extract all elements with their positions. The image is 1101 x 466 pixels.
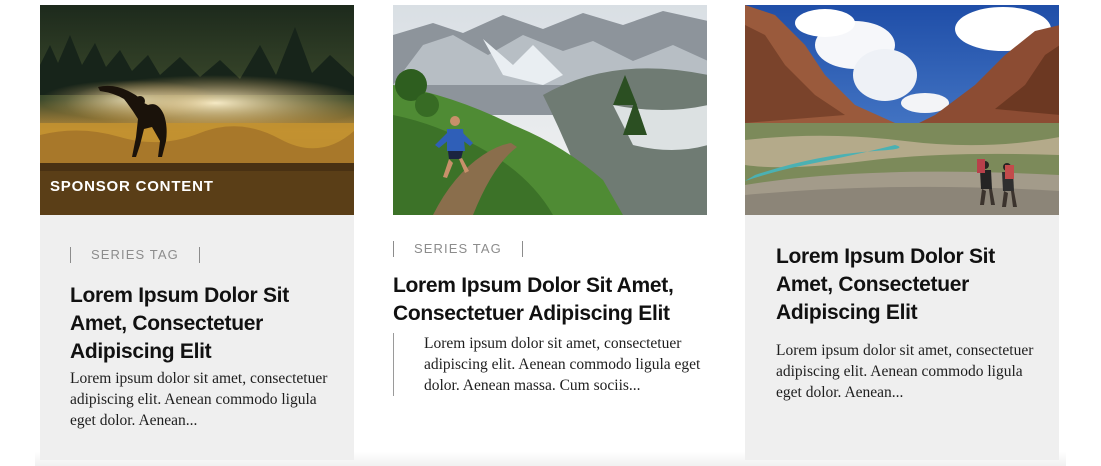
card-excerpt: Lorem ipsum dolor sit amet, consectetuer… — [776, 342, 1034, 401]
article-card[interactable]: Lorem Ipsum Dolor Sit Amet, Consectetuer… — [745, 5, 1059, 460]
card-title[interactable]: Lorem Ipsum Dolor Sit Amet, Consectetuer… — [70, 282, 332, 366]
sponsor-content-label: SPONSOR CONTENT — [50, 178, 214, 195]
card-title[interactable]: Lorem Ipsum Dolor Sit Amet, Consectetuer… — [776, 243, 1040, 327]
card-image-link[interactable] — [393, 5, 707, 215]
article-card[interactable]: SPONSOR CONTENT SERIES TAG Lorem Ipsum D… — [40, 5, 354, 460]
card-image-link[interactable] — [745, 5, 1059, 215]
series-tag[interactable]: SERIES TAG — [70, 247, 200, 263]
card-title[interactable]: Lorem Ipsum Dolor Sit Amet, Consectetuer… — [393, 272, 703, 328]
card-excerpt: Lorem ipsum dolor sit amet, consectetuer… — [393, 333, 704, 396]
card-excerpt: Lorem ipsum dolor sit amet, consectetuer… — [70, 370, 328, 429]
card-body: SERIES TAG Lorem Ipsum Dolor Sit Amet, C… — [393, 215, 707, 465]
river-valley-hikers-image — [745, 5, 1059, 215]
card-image-link[interactable]: SPONSOR CONTENT — [40, 5, 354, 215]
card-body: SERIES TAG Lorem Ipsum Dolor Sit Amet, C… — [40, 215, 354, 460]
article-card[interactable]: SERIES TAG Lorem Ipsum Dolor Sit Amet, C… — [393, 5, 707, 465]
series-tag[interactable]: SERIES TAG — [393, 241, 523, 257]
card-body: Lorem Ipsum Dolor Sit Amet, Consectetuer… — [745, 215, 1059, 460]
trail-runner-image — [393, 5, 707, 215]
